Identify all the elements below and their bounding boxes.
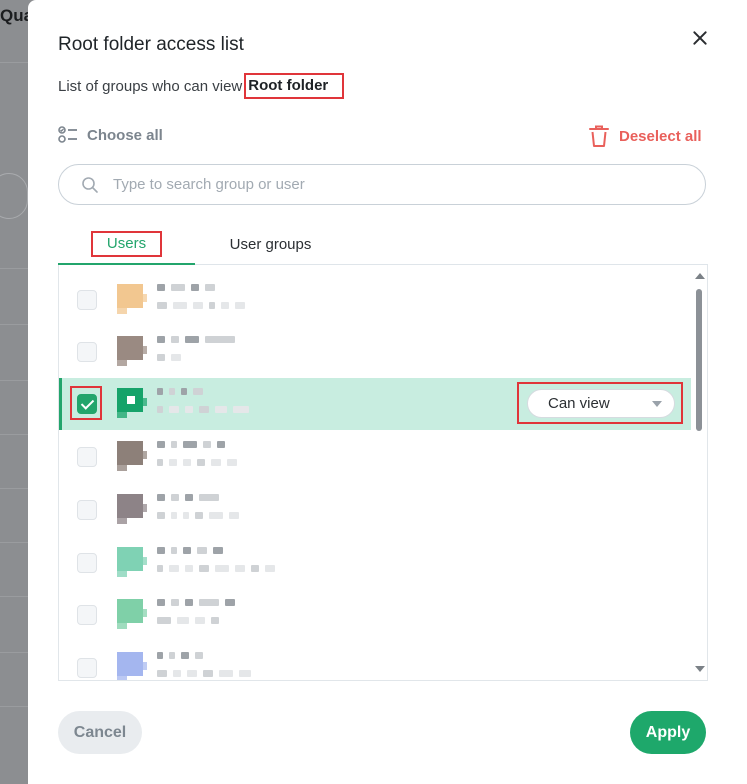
permission-dropdown[interactable]: Can view	[527, 389, 675, 418]
apply-button[interactable]: Apply	[630, 711, 706, 754]
search-input[interactable]	[111, 175, 675, 194]
user-avatar	[117, 388, 147, 418]
user-email-redacted	[157, 670, 251, 677]
user-name-redacted	[157, 336, 235, 343]
user-row[interactable]	[59, 274, 691, 326]
close-icon[interactable]	[688, 26, 712, 50]
permission-label: Can view	[548, 395, 610, 412]
scroll-thumb[interactable]	[696, 289, 702, 431]
search-box	[58, 164, 706, 205]
user-avatar	[117, 599, 147, 629]
choose-all-label: Choose all	[87, 126, 163, 144]
deselect-all-label: Deselect all	[619, 127, 702, 145]
user-email-redacted	[157, 459, 237, 466]
user-checkbox[interactable]	[77, 500, 97, 520]
background-divider	[0, 706, 28, 707]
user-checkbox[interactable]	[77, 290, 97, 310]
checklist-icon	[58, 126, 77, 143]
user-row[interactable]: Can view	[59, 378, 691, 430]
chevron-down-icon	[652, 401, 662, 407]
user-avatar	[117, 547, 147, 577]
user-email-redacted	[157, 512, 239, 519]
folder-name: Root folder	[244, 73, 345, 99]
user-checkbox[interactable]	[77, 658, 97, 678]
scroll-down-arrow-icon[interactable]	[695, 666, 705, 672]
user-name-redacted	[157, 388, 203, 395]
cancel-button[interactable]: Cancel	[58, 711, 142, 754]
user-row[interactable]	[59, 431, 691, 483]
tab-user-groups[interactable]: User groups	[208, 224, 333, 264]
user-email-redacted	[157, 565, 275, 572]
user-checkbox[interactable]	[77, 394, 97, 414]
user-checkbox[interactable]	[77, 605, 97, 625]
tab-bar: Users User groups	[58, 224, 708, 265]
user-row[interactable]	[59, 326, 691, 378]
tab-users-label: Users	[90, 231, 163, 257]
deselect-all-button[interactable]: Deselect all	[588, 124, 702, 148]
user-avatar	[117, 652, 147, 680]
choose-all-button[interactable]: Choose all	[58, 126, 163, 144]
user-name-redacted	[157, 284, 215, 291]
user-avatar	[117, 441, 147, 471]
user-checkbox[interactable]	[77, 447, 97, 467]
user-row[interactable]	[59, 484, 691, 536]
background-divider	[0, 596, 28, 597]
user-email-redacted	[157, 406, 249, 413]
background-divider	[0, 542, 28, 543]
scrollbar[interactable]	[691, 265, 707, 680]
user-row[interactable]	[59, 642, 691, 680]
user-checkbox[interactable]	[77, 342, 97, 362]
background-divider	[0, 268, 28, 269]
trash-icon	[589, 125, 609, 147]
user-name-redacted	[157, 441, 225, 448]
user-email-redacted	[157, 302, 245, 309]
user-name-redacted	[157, 599, 235, 606]
user-row[interactable]	[59, 537, 691, 589]
user-email-redacted	[157, 354, 181, 361]
search-icon	[82, 176, 98, 193]
user-list: Can view	[58, 265, 708, 681]
dialog-title: Root folder access list	[58, 34, 244, 55]
access-list-dialog: Root folder access list List of groups w…	[28, 0, 747, 784]
user-avatar	[117, 494, 147, 524]
user-avatar	[117, 284, 147, 314]
user-email-redacted	[157, 617, 219, 624]
dialog-subtitle: List of groups who can view Root folder	[58, 73, 345, 99]
background-divider	[0, 380, 28, 381]
background-divider	[0, 434, 28, 435]
user-name-redacted	[157, 547, 223, 554]
subtitle-text: List of groups who can view	[58, 77, 243, 95]
user-checkbox[interactable]	[77, 553, 97, 573]
user-name-redacted	[157, 494, 219, 501]
background-divider	[0, 488, 28, 489]
tab-users[interactable]: Users	[58, 224, 195, 265]
background-divider	[0, 652, 28, 653]
scroll-up-arrow-icon[interactable]	[695, 273, 705, 279]
background-circle	[0, 173, 28, 219]
user-avatar	[117, 336, 147, 366]
background-divider	[0, 62, 28, 63]
user-name-redacted	[157, 652, 203, 659]
background-divider	[0, 324, 28, 325]
user-row[interactable]	[59, 589, 691, 641]
